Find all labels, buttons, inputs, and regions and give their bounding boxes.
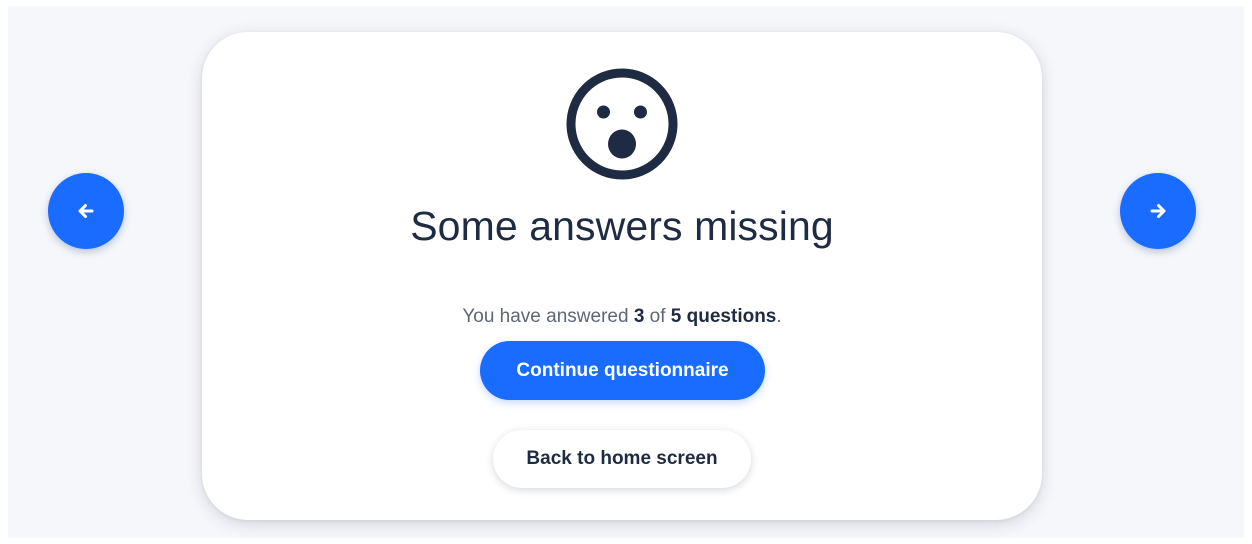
answered-count: 3 [633,306,645,327]
dialog-title: Some answers missing [410,203,834,249]
surprised-face-icon [566,68,678,180]
summary-prefix: You have answered [462,306,634,327]
answered-summary: You have answered 3 of 5 questions. [202,305,1042,329]
page-background: Some answers missing You have answered 3… [8,6,1244,538]
arrow-right-icon [1150,204,1166,218]
continue-questionnaire-button[interactable]: Continue questionnaire [480,341,765,400]
summary-middle: of [644,306,671,327]
back-to-home-button[interactable]: Back to home screen [493,430,751,488]
previous-button[interactable] [48,173,124,249]
arrow-left-icon [78,204,94,218]
total-questions: 5 questions [670,306,777,327]
missing-answers-card: Some answers missing You have answered 3… [202,32,1042,520]
summary-suffix: . [776,306,782,327]
next-button[interactable] [1120,173,1196,249]
